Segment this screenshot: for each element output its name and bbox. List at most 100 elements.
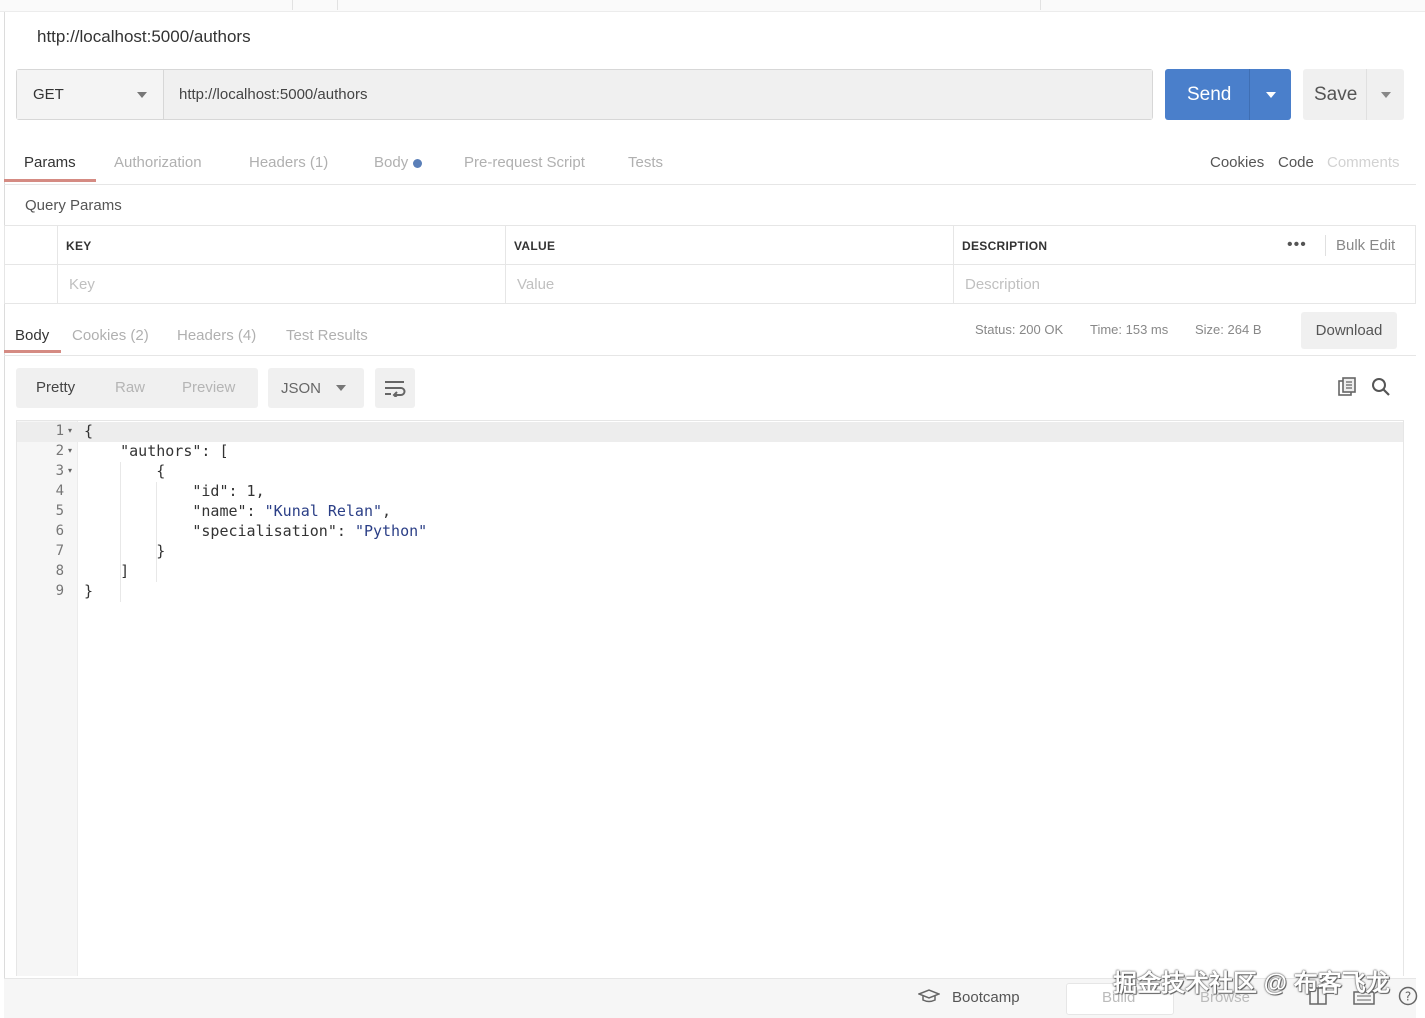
- code-text: "authors": [: [84, 442, 229, 460]
- value-placeholder: Value: [517, 276, 555, 293]
- send-button[interactable]: Send: [1165, 69, 1291, 120]
- query-params-label: Query Params: [25, 197, 122, 214]
- code-text: {: [84, 462, 166, 480]
- line-number: 1: [55, 423, 64, 439]
- json-punctuation: ,: [382, 502, 392, 520]
- wrap-lines-icon: [385, 381, 406, 397]
- response-tabs: Body Cookies (2) Headers (4) Test Result…: [4, 310, 1416, 356]
- chevron-down-icon: [1265, 91, 1276, 98]
- line-number: 6: [55, 523, 64, 539]
- request-tab-title: http://localhost:5000/authors: [37, 27, 251, 46]
- tab-body-label: Body: [374, 154, 409, 171]
- search-icon[interactable]: [1371, 377, 1391, 402]
- code-text: }: [84, 582, 94, 600]
- view-mode-group: Pretty Raw Preview: [16, 368, 258, 408]
- copy-icon[interactable]: [1337, 377, 1357, 402]
- tab-prerequest-script[interactable]: Pre-request Script: [464, 154, 585, 171]
- description-input[interactable]: Description: [954, 265, 1415, 304]
- key-placeholder: Key: [69, 276, 95, 293]
- save-label: Save: [1314, 83, 1358, 105]
- tab-response-body[interactable]: Body: [15, 327, 49, 344]
- preview-button[interactable]: Preview: [182, 379, 235, 396]
- code-text: "id": 1,: [84, 482, 265, 500]
- send-options-button[interactable]: [1249, 69, 1291, 120]
- json-key: "name":: [84, 502, 265, 520]
- line-number: 9: [55, 583, 64, 599]
- key-column-header: KEY: [58, 226, 506, 265]
- tab-body[interactable]: Body: [374, 154, 423, 171]
- code-line: 7 }: [17, 541, 1403, 561]
- line-number: 7: [55, 543, 64, 559]
- value-column-header: VALUE: [506, 226, 954, 265]
- tab-response-headers[interactable]: Headers (4): [177, 327, 256, 344]
- line-number: 4: [55, 483, 64, 499]
- code-text: "specialisation": "Python": [84, 521, 427, 541]
- bootcamp-link[interactable]: Bootcamp: [952, 989, 1020, 1006]
- format-select[interactable]: JSON: [268, 368, 364, 408]
- json-string-value: "Python": [354, 522, 428, 540]
- comments-link[interactable]: Comments: [1327, 154, 1400, 171]
- more-options-icon[interactable]: •••: [1287, 236, 1307, 254]
- code-text: "name": "Kunal Relan",: [84, 501, 391, 521]
- key-header-label: KEY: [66, 238, 92, 253]
- code-line: 4 "id": 1,: [17, 481, 1403, 501]
- code-line: 2 ▾ "authors": [: [17, 441, 1403, 461]
- fold-arrow-icon[interactable]: ▾: [68, 461, 72, 481]
- watermark: 掘金技术社区 @ 布客飞龙: [1113, 970, 1390, 997]
- description-placeholder: Description: [965, 276, 1041, 293]
- query-params-table: KEY VALUE DESCRIPTION ••• Bulk Edit Key …: [4, 225, 1416, 304]
- tab-response-cookies[interactable]: Cookies (2): [72, 327, 149, 344]
- description-header-label: DESCRIPTION: [962, 238, 1048, 253]
- fold-arrow-icon[interactable]: ▾: [68, 441, 72, 461]
- wrap-lines-button[interactable]: [375, 368, 415, 408]
- json-string-value: "Kunal Relan": [264, 502, 383, 520]
- top-tab-strip: [0, 0, 1425, 12]
- tab-params[interactable]: Params: [24, 154, 76, 171]
- active-tab-indicator: [4, 179, 96, 182]
- line-number: 2: [55, 443, 64, 459]
- method-select[interactable]: GET: [17, 70, 164, 119]
- code-line: 9 }: [17, 581, 1403, 601]
- line-number: 8: [55, 563, 64, 579]
- pretty-button[interactable]: Pretty: [36, 379, 75, 396]
- tab-tests[interactable]: Tests: [628, 154, 663, 171]
- status-readout: Status: 200 OK: [975, 322, 1064, 337]
- help-icon[interactable]: ?: [1398, 986, 1418, 1010]
- line-number: 5: [55, 503, 64, 519]
- code-line: 6 "specialisation": "Python": [17, 521, 1403, 541]
- bulk-edit-button[interactable]: Bulk Edit: [1336, 237, 1395, 254]
- method-label: GET: [33, 86, 64, 103]
- tab-test-results[interactable]: Test Results: [286, 327, 368, 344]
- format-label: JSON: [281, 379, 322, 397]
- row-checkbox[interactable]: [5, 265, 58, 304]
- value-input[interactable]: Value: [506, 265, 954, 304]
- key-input[interactable]: Key: [58, 265, 506, 304]
- fold-arrow-icon[interactable]: ▾: [68, 421, 72, 441]
- checkbox-column-header: [5, 226, 58, 265]
- tab-divider: [292, 0, 293, 10]
- code-text: }: [84, 542, 166, 560]
- tab-divider: [337, 0, 338, 10]
- line-number: 3: [55, 463, 64, 479]
- download-button[interactable]: Download: [1301, 312, 1397, 349]
- size-readout: Size: 264 B: [1195, 322, 1262, 337]
- code-link[interactable]: Code: [1278, 154, 1314, 171]
- bootcamp-icon: [916, 988, 942, 1008]
- tab-authorization[interactable]: Authorization: [114, 154, 202, 171]
- raw-button[interactable]: Raw: [115, 379, 145, 396]
- value-header-label: VALUE: [514, 238, 556, 253]
- url-input[interactable]: [164, 70, 1152, 119]
- json-key: "specialisation":: [84, 522, 355, 540]
- save-options-button[interactable]: [1366, 69, 1404, 120]
- code-line: 1 ▾ {: [17, 421, 1403, 441]
- cookies-link[interactable]: Cookies: [1210, 154, 1264, 171]
- tab-headers[interactable]: Headers (1): [249, 154, 328, 171]
- request-tabs: Params Authorization Headers (1) Body Pr…: [4, 138, 1416, 185]
- response-editor[interactable]: 1 ▾ { 2 ▾ "authors": [ 3 ▾ { 4 "id": 1, 5 "…: [16, 420, 1404, 976]
- divider: [1325, 235, 1326, 256]
- chevron-down-icon: [1380, 91, 1391, 98]
- request-bar: GET: [16, 69, 1153, 120]
- body-indicator-dot: [413, 158, 423, 168]
- save-button[interactable]: Save: [1303, 69, 1404, 120]
- code-text: ]: [84, 562, 130, 580]
